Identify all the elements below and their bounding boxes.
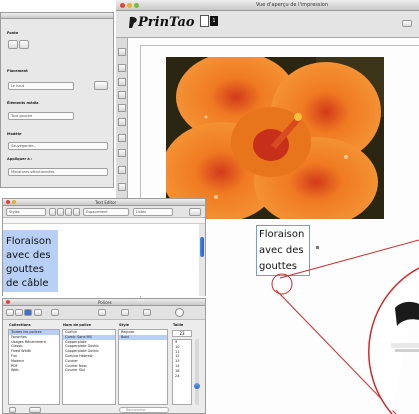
appliquer-select[interactable]: Miniatures sélectionnées [8, 168, 108, 176]
te-close-light[interactable] [6, 200, 10, 204]
align-left-button[interactable] [49, 208, 56, 216]
doc-color-button[interactable] [34, 309, 42, 316]
col-style-header: Style [119, 323, 130, 327]
font-color-button[interactable] [19, 40, 29, 49]
shadow-button[interactable] [51, 309, 59, 316]
font-style-button[interactable] [8, 40, 18, 49]
shadow-blur-button[interactable] [121, 309, 129, 316]
section-modele: Modèle [7, 132, 22, 136]
editor-text-area[interactable]: Floraison avec des gouttes de câble [3, 224, 199, 296]
editor-extra-button[interactable] [189, 208, 201, 216]
editor-line-4: de câble [6, 278, 49, 289]
add-collection-button[interactable] [9, 407, 16, 413]
placement-select[interactable]: Le haut [8, 82, 74, 90]
size-list[interactable]: 9 10 11 12 13 14 18 24 [172, 339, 192, 405]
size-slider-knob[interactable] [194, 383, 200, 389]
align-center-button[interactable] [57, 208, 64, 216]
modele-select[interactable]: Sauvegarder... [8, 142, 108, 150]
inspector-title-bar [1, 13, 113, 19]
style-list[interactable]: Regular Bold [118, 329, 168, 405]
col-family-header: Nom de police [63, 323, 92, 327]
gear-menu-button[interactable] [29, 407, 41, 413]
placement-toggle[interactable] [94, 81, 108, 90]
shadow-angle-dial[interactable] [175, 308, 184, 317]
fp-close-light[interactable] [6, 300, 10, 304]
text-editor-title: Text Editor [95, 200, 117, 205]
shadow-opacity-button[interactable] [98, 309, 106, 316]
size-item[interactable]: 24 [173, 374, 191, 379]
editor-line-2: avec des [6, 250, 51, 261]
te-min-light[interactable] [12, 200, 16, 204]
text-editor-panel: Text Editor Styles Espacement Listes Flo… [2, 198, 206, 296]
editor-line-3: gouttes [6, 264, 45, 275]
inspector-panel: Fonte Placement Le haut Éléments média T… [0, 12, 114, 188]
fonts-title: Polices [98, 300, 112, 305]
section-appliquer: Appliquer à : [7, 157, 33, 161]
section-placement: Placement [7, 69, 28, 73]
fonts-panel: Polices Collections Nom de police Style … [2, 298, 206, 414]
espacement-select[interactable]: Espacement [83, 208, 129, 216]
text-editor-toolbar: Styles Espacement Listes [3, 206, 205, 218]
strike-button[interactable] [15, 309, 23, 316]
fonts-toolbar [3, 306, 205, 320]
collections-list[interactable]: Toutes les polices Favorites Usages Réce… [8, 329, 60, 405]
size-slider[interactable] [194, 339, 200, 405]
family-list[interactable]: Cochin Comic Sans MS Copperplate Copperp… [62, 329, 116, 405]
family-item[interactable]: Courier Std [63, 368, 115, 373]
section-elements: Éléments média [7, 101, 39, 105]
collection-item[interactable]: Web [9, 368, 59, 373]
elements-select[interactable]: Tout gauche [8, 112, 74, 120]
text-editor-title-bar: Text Editor [3, 199, 205, 206]
styles-select[interactable]: Styles [6, 208, 46, 216]
col-collections-header: Collections [9, 323, 31, 327]
align-justify-button[interactable] [73, 208, 80, 216]
col-size-header: Taille [173, 323, 184, 327]
section-fonte: Fonte [7, 31, 19, 35]
underline-button[interactable] [6, 309, 14, 316]
shadow-offset-button[interactable] [143, 309, 151, 316]
editor-scroll-thumb[interactable] [200, 237, 204, 257]
font-search-field[interactable]: Rechercher [119, 407, 169, 413]
editor-line-1: Floraison [6, 236, 52, 247]
editor-scrollbar[interactable] [199, 224, 205, 296]
size-field[interactable]: 23 [172, 330, 192, 337]
style-item[interactable]: Bold [119, 334, 167, 340]
text-color-button[interactable] [24, 309, 32, 316]
listes-select[interactable]: Listes [133, 208, 173, 216]
fonts-title-bar: Polices [3, 299, 205, 306]
align-right-button[interactable] [65, 208, 72, 216]
